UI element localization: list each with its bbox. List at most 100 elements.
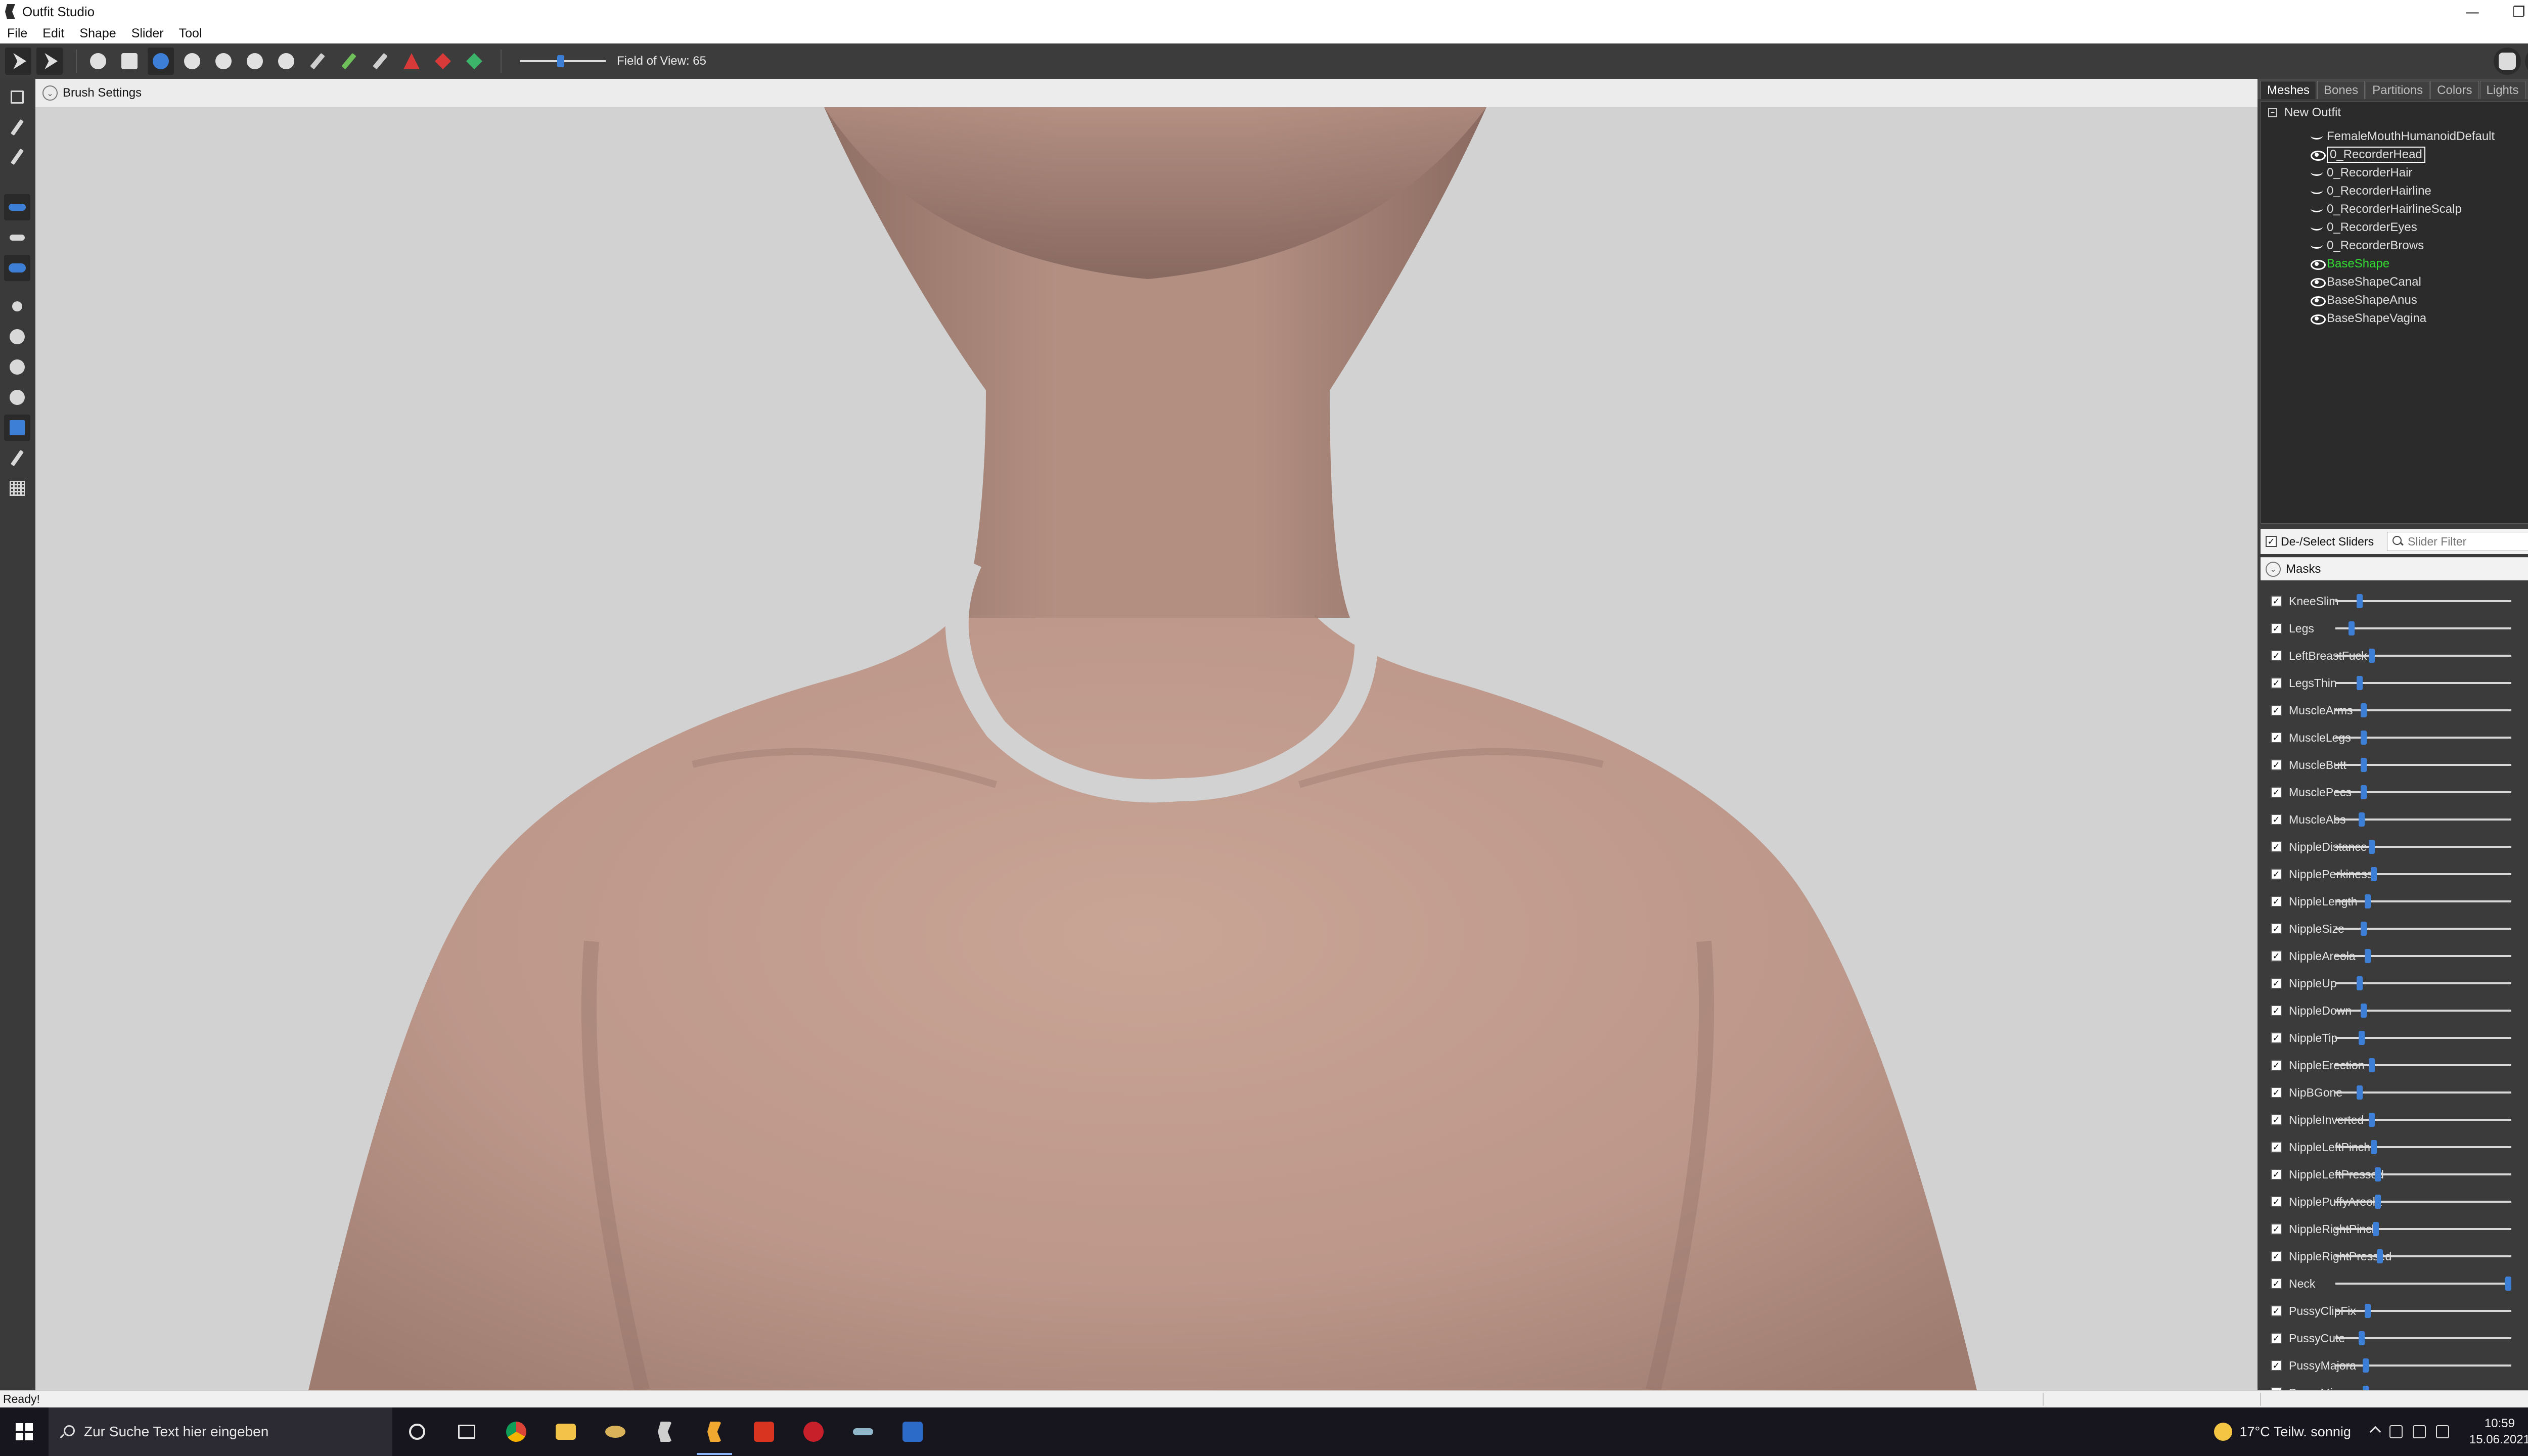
tab-meshes[interactable]: Meshes [2261,81,2317,99]
symmetry-x-icon[interactable] [4,194,30,220]
slider-thumb[interactable] [2377,1249,2383,1263]
eye-closed-icon[interactable] [2310,187,2325,196]
mesh-item[interactable]: 0_RecorderHairline [2310,183,2431,200]
slider-thumb[interactable] [2361,731,2367,745]
slider-thumb[interactable] [2365,949,2371,963]
slider-checkbox[interactable]: ✓ [2271,1196,2282,1207]
outfit-studio-icon[interactable] [640,1407,690,1456]
slider-track[interactable] [2335,1146,2511,1148]
chrome-icon[interactable] [491,1407,541,1456]
task-view-icon[interactable] [442,1407,491,1456]
network-icon[interactable] [2389,1425,2403,1438]
slider-checkbox[interactable]: ✓ [2271,1032,2282,1043]
eye-open-icon[interactable] [2310,296,2326,306]
collapse-icon[interactable]: − [2268,108,2277,117]
tab-lights[interactable]: Lights [2479,81,2525,99]
file-explorer-icon[interactable] [541,1407,591,1456]
slider-thumb[interactable] [2505,1277,2511,1291]
slider-track[interactable] [2335,1310,2511,1312]
slider-checkbox[interactable]: ✓ [2271,650,2282,661]
slider-checkbox[interactable]: ✓ [2271,869,2282,880]
slider-checkbox[interactable]: ✓ [2271,1251,2282,1262]
editor-icon[interactable] [888,1407,937,1456]
slider-thumb[interactable] [2371,1140,2377,1154]
slider-thumb[interactable] [2363,1358,2369,1373]
lighting-icon[interactable] [4,384,30,411]
brush-settings-header[interactable]: ⌄ Brush Settings [35,79,2258,107]
slider-thumb[interactable] [2361,785,2367,799]
slider-thumb[interactable] [2365,1304,2371,1318]
tab-partitions[interactable]: Partitions [2366,81,2430,99]
mesh-item[interactable]: 0_RecorderHairlineScalp [2310,201,2462,218]
slider-thumb[interactable] [2361,1004,2367,1018]
weather-text[interactable]: 17°C Teilw. sonnig [2239,1424,2351,1440]
collapse-vertex-icon[interactable] [367,48,393,75]
slider-checkbox[interactable]: ✓ [2271,1333,2282,1344]
slider-track[interactable] [2335,1364,2511,1367]
slider-track[interactable] [2335,1228,2511,1230]
menu-slider[interactable]: Slider [131,26,164,41]
move-brush-icon[interactable] [179,48,205,75]
slider-checkbox[interactable]: ✓ [2271,1114,2282,1125]
slider-checkbox[interactable]: ✓ [2271,596,2282,607]
eye-closed-icon[interactable] [2310,223,2325,232]
slider-thumb[interactable] [2361,922,2367,936]
slider-thumb[interactable] [2369,1113,2375,1127]
menu-edit[interactable]: Edit [42,26,64,41]
slider-checkbox[interactable]: ✓ [2271,1305,2282,1316]
slider-thumb[interactable] [2349,621,2355,635]
pen-tool-icon[interactable] [4,114,30,141]
mesh-item[interactable]: BaseShape [2310,255,2389,272]
slider-checkbox[interactable]: ✓ [2271,705,2282,716]
body-mesh-render[interactable] [35,107,2258,1390]
tab-colors[interactable]: Colors [2430,81,2479,99]
eye-open-icon[interactable] [2310,150,2326,161]
restore-button[interactable]: ❐ [2496,0,2528,23]
texture-icon[interactable] [4,415,30,441]
slider-thumb[interactable] [2357,594,2363,608]
symmetry-y-icon[interactable] [4,224,30,251]
slider-track[interactable] [2335,1173,2511,1175]
deselect-sliders-checkbox[interactable]: ✓ [2266,536,2277,547]
slider-track[interactable] [2335,655,2511,657]
brush-tool-icon[interactable] [4,144,30,170]
weather-sun-icon[interactable] [2214,1423,2233,1441]
slider-track[interactable] [2335,846,2511,848]
mesh-item[interactable]: BaseShapeCanal [2310,274,2421,291]
slider-thumb[interactable] [2361,758,2367,772]
slider-thumb[interactable] [2365,894,2371,908]
cube-app-icon[interactable] [789,1407,838,1456]
cortana-icon[interactable] [392,1407,442,1456]
slider-checkbox[interactable]: ✓ [2271,841,2282,852]
mask-brush-icon[interactable] [85,48,111,75]
eye-closed-icon[interactable] [2310,168,2325,177]
clock[interactable]: 10:59 15.06.2021 [2469,1416,2528,1448]
tab-bones[interactable]: Bones [2317,81,2365,99]
edge-icon[interactable] [4,445,30,471]
field-of-view-slider[interactable] [520,54,606,69]
slider-thumb[interactable] [2359,1331,2365,1345]
slider-checkbox[interactable]: ✓ [2271,950,2282,962]
slider-thumb[interactable] [2357,676,2363,690]
smooth-brush-icon[interactable] [210,48,237,75]
undiff-brush-icon[interactable] [242,48,268,75]
slider-track[interactable] [2335,1119,2511,1121]
eye-closed-icon[interactable] [2310,205,2325,214]
slider-track[interactable] [2335,1255,2511,1257]
slider-checkbox[interactable]: ✓ [2271,814,2282,825]
slider-thumb[interactable] [2361,703,2367,717]
game-icon[interactable] [591,1407,640,1456]
red-app-icon[interactable] [739,1407,789,1456]
menu-tool[interactable]: Tool [179,26,202,41]
discord-icon[interactable] [2494,48,2521,75]
slider-checkbox[interactable]: ✓ [2271,1087,2282,1098]
eye-open-icon[interactable] [2310,278,2326,288]
wireframe-icon[interactable] [4,354,30,380]
slider-thumb[interactable] [2359,812,2365,827]
slider-checkbox[interactable]: ✓ [2271,1142,2282,1153]
slider-checkbox[interactable]: ✓ [2271,1278,2282,1289]
eye-closed-icon[interactable] [2310,132,2325,141]
slider-checkbox[interactable]: ✓ [2271,787,2282,798]
volume-icon[interactable] [2435,1425,2449,1438]
slider-thumb[interactable] [2373,1222,2379,1236]
